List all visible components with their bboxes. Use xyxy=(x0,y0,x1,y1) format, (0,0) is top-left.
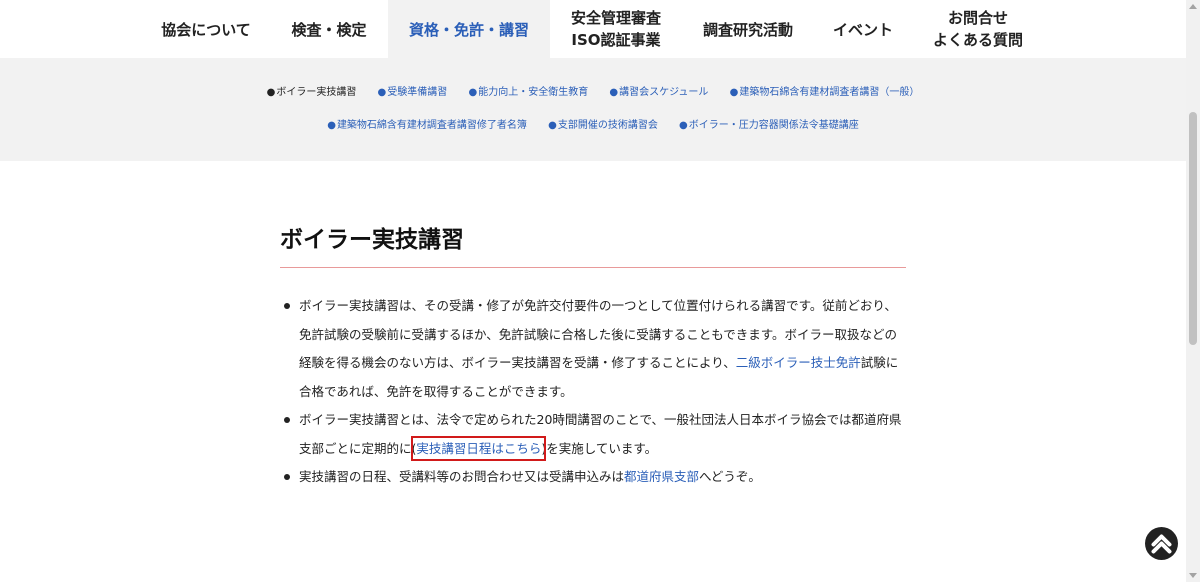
sub-link-branch-courses[interactable]: ●支部開催の技術講習会 xyxy=(548,116,658,131)
nav-label-line1: 安全管理審査 xyxy=(570,9,661,27)
nav-label-group: 安全管理審査 ISO認証事業 xyxy=(571,7,661,51)
bullet-disc xyxy=(284,474,290,480)
text-segment: 実技講習の日程、受講料等のお問合わせ又は受講申込みは xyxy=(299,469,625,484)
text-line: 免許試験の受験前に受講するほか、免許試験に合格した後に受講することもできます。ボ… xyxy=(299,326,898,342)
sub-link-exam-prep[interactable]: ●受験準備講習 xyxy=(378,83,448,98)
sub-link-label: 建築物石綿含有建材調査者講習（一般） xyxy=(739,87,920,98)
list-item: ボイラー実技講習は、その受講・修了が免許交付要件の一つとして位置付けられる講習で… xyxy=(280,292,906,406)
nav-label-group: お問合せ よくある質問 xyxy=(933,7,1023,51)
vertical-scrollbar[interactable] xyxy=(1186,0,1200,582)
text-line: 経験を得る機会のない方は、ボイラー実技講習を受講・修了することにより、二級ボイラ… xyxy=(299,349,906,378)
text-segment: 支部ごとに定期的に( xyxy=(299,440,417,456)
bullet-dot: ● xyxy=(548,120,557,131)
bullet-dot: ● xyxy=(609,87,619,98)
bullet-dot: ● xyxy=(266,87,276,98)
nav-label: 協会について xyxy=(161,20,251,39)
text-line: ボイラー実技講習とは、法令で定められた20時間講習のことで、一般社団法人日本ボイ… xyxy=(299,412,902,427)
list-item: ボイラー実技講習とは、法令で定められた20時間講習のことで、一般社団法人日本ボイ… xyxy=(280,406,906,463)
sub-link-asbestos-roster[interactable]: ●建築物石綿含有建材調査者講習修了者名簿 xyxy=(327,116,527,131)
main-content: ボイラー実技講習 ボイラー実技講習は、その受講・修了が免許交付要件の一つとして位… xyxy=(280,161,906,492)
sub-link-asbestos-course[interactable]: ●建築物石綿含有建材調査者講習（一般） xyxy=(730,83,920,98)
sub-link-schedule[interactable]: ●講習会スケジュール xyxy=(609,83,708,98)
sub-link-law-basics[interactable]: ●ボイラー・圧力容器関係法令基礎講座 xyxy=(679,116,859,131)
text-segment: 試験に xyxy=(860,355,899,370)
back-to-top-button[interactable] xyxy=(1145,527,1178,560)
sub-nav-row: ●ボイラー実技講習 ●受験準備講習 ●能力向上・安全衛生教育 ●講習会スケジュー… xyxy=(0,83,1186,98)
bullet-disc xyxy=(284,417,290,423)
scroll-down-arrow-icon[interactable] xyxy=(1189,573,1197,578)
nav-item-contact-faq[interactable]: お問合せ よくある質問 xyxy=(913,0,1043,58)
nav-item-about[interactable]: 協会について xyxy=(143,0,269,58)
nav-label-line1: お問合せ xyxy=(947,9,1008,27)
title-divider xyxy=(280,267,906,268)
text-segment: )を実施しています。 xyxy=(541,440,658,456)
bullet-dot: ● xyxy=(377,87,387,98)
list-item: 実技講習の日程、受講料等のお問合わせ又は受講申込みは都道府県支部へどうぞ。 xyxy=(280,463,906,492)
text-segment: へどうぞ。 xyxy=(699,469,761,484)
bullet-dot: ● xyxy=(327,120,336,131)
sub-link-label: 能力向上・安全衛生教育 xyxy=(478,87,589,98)
bullet-disc xyxy=(284,303,290,309)
text-line: 支部ごとに定期的に(実技講習日程はこちら)を実施しています。 xyxy=(299,435,906,464)
sub-navigation: ●ボイラー実技講習 ●受験準備講習 ●能力向上・安全衛生教育 ●講習会スケジュー… xyxy=(0,58,1186,161)
branch-link[interactable]: 都道府県支部 xyxy=(624,469,699,484)
sub-link-label: 建築物石綿含有建材調査者講習修了者名簿 xyxy=(336,120,527,131)
nav-label-line2: よくある質問 xyxy=(932,31,1023,49)
nav-label: 調査研究活動 xyxy=(702,20,793,39)
content-list: ボイラー実技講習は、その受講・修了が免許交付要件の一つとして位置付けられる講習で… xyxy=(280,292,906,492)
nav-label-line2: ISO認証事業 xyxy=(571,31,661,49)
nav-item-qualifications[interactable]: 資格・免許・講習 xyxy=(388,0,550,58)
scroll-up-arrow-icon[interactable] xyxy=(1189,4,1197,9)
nav-label: イベント xyxy=(832,20,893,39)
page-title: ボイラー実技講習 xyxy=(280,227,464,253)
nav-item-inspection[interactable]: 検査・検定 xyxy=(273,0,385,58)
top-navigation: 協会について 検査・検定 資格・免許・講習 安全管理審査 ISO認証事業 調査研… xyxy=(0,0,1186,58)
sub-link-practical-course[interactable]: ●ボイラー実技講習 xyxy=(267,83,357,98)
bullet-dot: ● xyxy=(679,120,688,131)
sub-link-safety-education[interactable]: ●能力向上・安全衛生教育 xyxy=(468,83,588,98)
text-line: 実技講習の日程、受講料等のお問合わせ又は受講申込みは都道府県支部へどうぞ。 xyxy=(299,463,906,492)
sub-link-label: 講習会スケジュール xyxy=(619,87,709,98)
text-line: 合格であれば、免許を取得することができます。 xyxy=(299,383,573,399)
sub-link-label: 支部開催の技術講習会 xyxy=(557,120,658,131)
sub-link-label: 受験準備講習 xyxy=(387,87,448,98)
nav-label: 検査・検定 xyxy=(291,20,367,39)
scroll-thumb[interactable] xyxy=(1189,112,1197,345)
bullet-dot: ● xyxy=(468,87,478,98)
text-line: ボイラー実技講習は、その受講・修了が免許交付要件の一つとして位置付けられる講習で… xyxy=(299,298,897,313)
schedule-link[interactable]: 実技講習日程はこちら xyxy=(411,435,547,461)
bullet-dot: ● xyxy=(729,87,739,98)
nav-item-safety-iso[interactable]: 安全管理審査 ISO認証事業 xyxy=(553,0,679,58)
sub-nav-row: ●建築物石綿含有建材調査者講習修了者名簿 ●支部開催の技術講習会 ●ボイラー・圧… xyxy=(0,116,1186,131)
sub-link-label: ボイラー実技講習 xyxy=(276,87,357,98)
sub-link-label: ボイラー・圧力容器関係法令基礎講座 xyxy=(688,120,859,131)
chevron-up-icon xyxy=(1151,534,1172,554)
nav-label: 資格・免許・講習 xyxy=(408,20,529,39)
nav-item-events[interactable]: イベント xyxy=(817,0,909,58)
text-segment: 経験を得る機会のない方は、ボイラー実技講習を受講・修了することにより、 xyxy=(299,355,736,370)
nav-item-research[interactable]: 調査研究活動 xyxy=(683,0,813,58)
license-link[interactable]: 二級ボイラー技士免許 xyxy=(736,355,861,370)
